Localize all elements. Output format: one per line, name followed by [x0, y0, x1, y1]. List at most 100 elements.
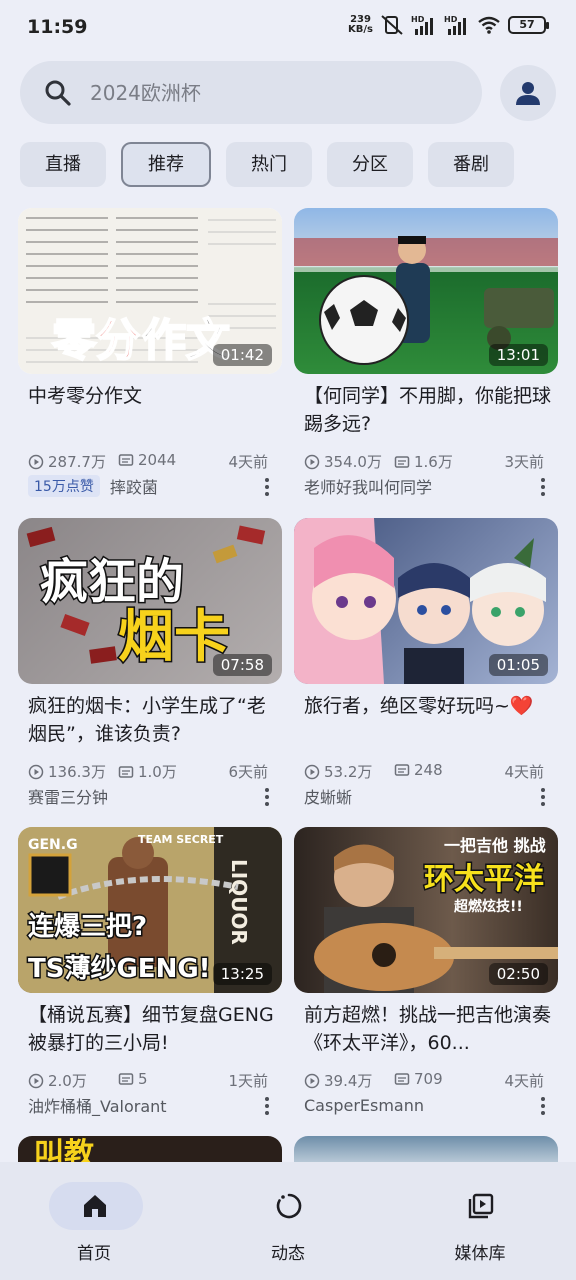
video-thumbnail[interactable]: LIQUOR GEN.G TEAM SECRET 连爆三把? TS薄纱GENG!…	[18, 827, 282, 993]
video-title[interactable]: 疯狂的烟卡：小学生成了“老烟民”，谁该负责?	[28, 692, 276, 748]
view-count-value: 354.0万	[324, 453, 382, 471]
nav-home-label: 首页	[77, 1244, 111, 1264]
more-options-icon[interactable]	[258, 786, 276, 808]
video-title[interactable]: 中考零分作文	[28, 382, 276, 410]
thumb-text-partial: 叫教	[34, 1137, 94, 1162]
video-thumbnail[interactable]: 01:05	[294, 518, 558, 684]
view-count-value: 39.4万	[324, 1072, 373, 1090]
signal-1-icon: HD	[411, 15, 433, 35]
video-card[interactable]	[294, 1136, 558, 1162]
author-name[interactable]: 油炸桶桶_Valorant	[28, 1093, 167, 1117]
author-name[interactable]: 皮蜥蜥	[304, 784, 352, 808]
play-count-icon	[28, 764, 44, 779]
video-card[interactable]: 01:05 旅行者，绝区零好玩吗~❤️ 53.2万 248 4天前 皮蜥蜥	[294, 518, 558, 818]
video-title[interactable]: 前方超燃！挑战一把吉他演奏《环太平洋》，60...	[304, 1001, 552, 1057]
home-icon	[84, 1195, 106, 1217]
video-duration: 13:01	[488, 344, 548, 366]
video-duration: 01:05	[488, 654, 548, 676]
video-thumbnail[interactable]: 零分 作文 01:42	[18, 208, 282, 374]
thumb-text-zero: 零分	[52, 315, 140, 366]
video-duration: 07:58	[212, 654, 272, 676]
author-name[interactable]: CasperEsmann	[304, 1096, 424, 1115]
video-author-row: 赛雷三分钟	[28, 785, 276, 807]
partial-thumbnail-art: 叫教	[34, 1137, 94, 1162]
thumb-logo-team-secret: TEAM SECRET	[138, 833, 224, 846]
video-title[interactable]: 【桶说瓦赛】细节复盘GENG被暴打的三小局!	[28, 1001, 276, 1057]
author-name[interactable]: 摔跤菌	[110, 474, 158, 498]
chip-recommended[interactable]: 推荐	[121, 142, 211, 187]
nav-home[interactable]: 首页	[24, 1182, 164, 1264]
video-stats: 136.3万 1.0万 6天前	[28, 761, 268, 781]
video-duration: 02:50	[488, 963, 548, 985]
video-card[interactable]: 一把吉他 挑战 环太平洋 超燃炫技!! 02:50 前方超燃！挑战一把吉他演奏《…	[294, 827, 558, 1127]
category-chips: 直播 推荐 热门 分区 番剧	[20, 142, 514, 187]
video-card[interactable]: 叫教	[18, 1136, 282, 1162]
view-count: 2.0万	[28, 1070, 87, 1091]
play-count-icon	[304, 1073, 320, 1088]
more-options-icon[interactable]	[534, 786, 552, 808]
view-count-value: 53.2万	[324, 763, 373, 781]
author-name[interactable]: 老师好我叫何同学	[304, 474, 432, 498]
network-speed: 239 KB/s	[348, 15, 373, 35]
more-options-icon[interactable]	[258, 1095, 276, 1117]
danmaku-count-value: 248	[414, 761, 443, 779]
chip-anime[interactable]: 番剧	[428, 142, 514, 187]
network-speed-unit: KB/s	[348, 24, 373, 35]
chip-popular[interactable]: 热门	[226, 142, 312, 187]
chip-categories[interactable]: 分区	[327, 142, 413, 187]
video-thumbnail[interactable]: 一把吉他 挑战 环太平洋 超燃炫技!! 02:50	[294, 827, 558, 993]
more-options-icon[interactable]	[534, 1095, 552, 1117]
danmaku-count-value: 1.0万	[138, 763, 177, 781]
video-card[interactable]: LIQUOR GEN.G TEAM SECRET 连爆三把? TS薄纱GENG!…	[18, 827, 282, 1127]
nav-media-library[interactable]: 媒体库	[410, 1182, 550, 1264]
danmaku-count: 5	[118, 1070, 148, 1088]
vibrate-off-icon	[381, 15, 403, 35]
account-icon	[516, 82, 540, 105]
video-author-row: CasperEsmann	[304, 1094, 552, 1116]
play-count-icon	[28, 454, 44, 469]
search-input[interactable]	[90, 71, 460, 115]
danmaku-icon	[118, 1073, 134, 1085]
more-options-icon[interactable]	[258, 476, 276, 498]
upload-age: 3天前	[504, 453, 544, 471]
danmaku-count: 2044	[118, 451, 176, 469]
view-count: 287.7万	[28, 451, 106, 472]
media-library-icon	[468, 1193, 494, 1219]
video-duration: 01:42	[212, 344, 272, 366]
video-card[interactable]: 疯狂的 烟卡 07:58 疯狂的烟卡：小学生成了“老烟民”，谁该负责? 136.…	[18, 518, 282, 818]
thumb-text-crazy: 疯狂的	[40, 554, 184, 610]
danmaku-icon	[394, 1073, 410, 1085]
video-thumbnail[interactable]	[294, 1136, 558, 1162]
video-thumbnail[interactable]: 叫教	[18, 1136, 282, 1162]
upload-age: 4天前	[504, 763, 544, 781]
author-name[interactable]: 赛雷三分钟	[28, 784, 108, 808]
video-card[interactable]: 13:01 【何同学】不用脚，你能把球踢多远? 354.0万 1.6万 3天前 …	[294, 208, 558, 508]
activity-icon	[276, 1193, 302, 1219]
video-author-row: 皮蜥蜥	[304, 785, 552, 807]
thumb-text-line2: TS薄纱GENG!	[28, 954, 211, 984]
account-button[interactable]	[500, 65, 556, 121]
chip-live[interactable]: 直播	[20, 142, 106, 187]
battery-indicator: 57	[508, 16, 549, 34]
search-bar[interactable]	[20, 61, 482, 124]
view-count-value: 136.3万	[48, 763, 106, 781]
video-title[interactable]: 旅行者，绝区零好玩吗~❤️	[304, 692, 552, 720]
thumb-text-challenge: 一把吉他 挑战	[444, 836, 546, 855]
bottom-navigation: 首页 动态 媒体库	[0, 1162, 576, 1280]
view-count: 53.2万	[304, 761, 372, 782]
video-title[interactable]: 【何同学】不用脚，你能把球踢多远?	[304, 382, 552, 438]
search-icon[interactable]	[44, 79, 72, 107]
video-stats: 2.0万 5 1天前	[28, 1070, 268, 1090]
thumb-logo-geng: GEN.G	[28, 837, 78, 853]
video-thumbnail[interactable]: 13:01	[294, 208, 558, 374]
more-options-icon[interactable]	[534, 476, 552, 498]
nav-media-library-label: 媒体库	[454, 1244, 506, 1264]
view-count-value: 287.7万	[48, 453, 106, 471]
video-thumbnail[interactable]: 疯狂的 烟卡 07:58	[18, 518, 282, 684]
signal-2-icon: HD	[444, 15, 466, 35]
video-stats: 287.7万 2044 4天前	[28, 451, 268, 471]
nav-activity[interactable]: 动态	[218, 1182, 358, 1264]
danmaku-count: 709	[394, 1070, 443, 1088]
video-card[interactable]: 零分 作文 01:42 中考零分作文 287.7万 2044 4天前 15万点赞…	[18, 208, 282, 508]
thumb-text-line1: 连爆三把?	[28, 912, 147, 942]
